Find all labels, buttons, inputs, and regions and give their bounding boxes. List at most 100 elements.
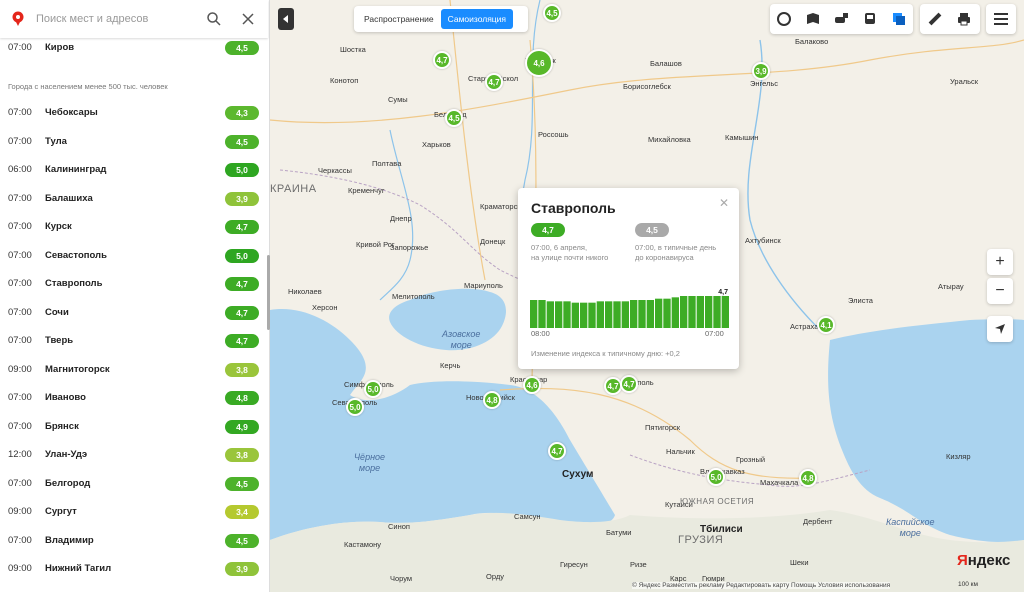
map-score-marker[interactable]: 5,0 — [346, 398, 364, 416]
scale-bar: 100 км — [958, 581, 978, 588]
chart-bar — [646, 300, 654, 328]
geolocation-button[interactable] — [987, 316, 1013, 342]
city-label: Пятигорск — [645, 423, 681, 432]
traffic-icon[interactable] — [770, 4, 799, 34]
layers-icon[interactable] — [884, 4, 913, 34]
chevron-left-icon — [283, 15, 288, 23]
panorama-icon[interactable] — [799, 4, 828, 34]
score-badge: 3,8 — [225, 362, 259, 377]
zoom-out-button[interactable]: − — [987, 278, 1013, 304]
map-score-marker[interactable]: 3,9 — [752, 62, 770, 80]
list-item[interactable]: 12:00 Улан-Удэ 3,8 — [0, 441, 262, 469]
row-city: Курск — [45, 221, 72, 232]
list-item[interactable]: 07:00 Сочи 4,7 — [0, 299, 262, 327]
row-city: Чебоксары — [45, 107, 98, 118]
sidebar: 07:00 Киров 4,5 Города с населением мене… — [0, 0, 270, 592]
map-score-marker[interactable]: 4,8 — [483, 391, 501, 409]
score-badge: 5,0 — [225, 248, 259, 263]
row-city: Ставрополь — [45, 278, 103, 289]
ruler-icon[interactable] — [920, 4, 949, 34]
city-label: Дербент — [803, 517, 833, 526]
map-score-marker[interactable]: 4,7 — [548, 442, 566, 460]
city-label: Полтава — [372, 159, 402, 168]
footer-links[interactable]: © Яндекс Разместить рекламу Редактироват… — [632, 582, 891, 589]
map-score-marker[interactable]: 4,7 — [433, 51, 451, 69]
city-label: Сумы — [388, 95, 408, 104]
row-city: Тула — [45, 135, 67, 147]
collapse-sidebar-button[interactable] — [278, 8, 294, 30]
row-city: Иваново — [45, 392, 86, 403]
map-score-marker[interactable]: 4,6 — [523, 376, 541, 394]
list-item[interactable]: 07:00 Севастополь 5,0 — [0, 242, 262, 270]
row-time: 06:00 — [8, 164, 32, 175]
chart-bar — [705, 296, 713, 328]
city-label: Россошь — [538, 130, 569, 139]
list-item[interactable]: 09:00 Нижний Тагил 3,9 — [0, 555, 262, 583]
row-city: Белгород — [45, 477, 91, 489]
row-time: 07:00 — [8, 192, 32, 204]
list-item[interactable]: 07:00 Ставрополь 4,7 — [0, 270, 262, 298]
close-icon[interactable] — [240, 11, 256, 27]
chart-bar — [621, 301, 629, 328]
list-item[interactable]: 07:00 Балашиха 3,9 — [0, 185, 262, 213]
close-icon[interactable]: ✕ — [719, 196, 729, 210]
row-time: 07:00 — [8, 42, 32, 53]
list-item[interactable]: 07:00 Чебоксары 4,3 — [0, 99, 262, 127]
list-item[interactable]: 07:00 Белгород 4,5 — [0, 470, 262, 498]
map-score-marker[interactable]: 5,0 — [364, 380, 382, 398]
yandex-pin-icon[interactable] — [10, 11, 26, 27]
map-score-marker[interactable]: 4,7 — [485, 73, 503, 91]
list-item[interactable]: 07:00 Тверь 4,7 — [0, 327, 262, 355]
map-score-marker[interactable]: 5,0 — [707, 468, 725, 486]
list-item[interactable]: 07:00 Иваново 4,8 — [0, 384, 262, 412]
parking-icon[interactable] — [827, 4, 856, 34]
current-note: 07:00, 6 апреля, на улице почти никого — [531, 243, 609, 262]
map-score-marker[interactable]: 4,8 — [799, 469, 817, 487]
row-time: 07:00 — [8, 335, 32, 346]
row-city: Калининград — [45, 164, 107, 175]
row-time: 09:00 — [8, 506, 32, 517]
city-label: Энгельс — [750, 79, 779, 88]
list-item[interactable]: 09:00 Сургут 3,4 — [0, 498, 262, 526]
zoom-in-button[interactable]: + — [987, 249, 1013, 275]
chart-bar — [546, 301, 554, 328]
city-label: Харьков — [422, 140, 451, 149]
city-label: Мелитополь — [392, 292, 435, 301]
map-score-marker[interactable]: 4,1 — [817, 316, 835, 334]
chart-bar — [638, 300, 646, 328]
chart-bar — [530, 300, 538, 328]
transit-icon[interactable] — [856, 4, 885, 34]
yandex-logo[interactable]: Яндекс — [957, 552, 1010, 569]
typical-score-badge: 4,5 — [635, 223, 669, 237]
list-item[interactable]: 07:00 Курск 4,7 — [0, 213, 262, 241]
list-item[interactable]: 07:00 Владимир 4,5 — [0, 527, 262, 555]
list-item[interactable]: 07:00 Киров 4,5 — [0, 38, 262, 62]
region-label: ГРУЗИЯ — [678, 534, 724, 546]
mode-isolation-button[interactable]: Самоизоляция — [440, 9, 514, 29]
score-badge: 4,5 — [225, 41, 259, 55]
score-badge: 4,9 — [225, 419, 259, 434]
list-item[interactable]: 09:00 Магнитогорск 3,8 — [0, 356, 262, 384]
city-label: Батуми — [606, 528, 632, 537]
map-score-marker[interactable]: 4,6 — [525, 49, 553, 77]
menu-icon[interactable] — [986, 4, 1015, 34]
city-label: Гиресун — [560, 560, 588, 569]
map-score-marker[interactable]: 4,7 — [620, 375, 638, 393]
mode-spread-button[interactable]: Распространение — [357, 9, 441, 29]
chart-bar — [671, 297, 679, 328]
search-input[interactable] — [36, 13, 196, 25]
map-score-marker[interactable]: 4,5 — [445, 109, 463, 127]
region-label: КРАИНА — [270, 183, 317, 195]
print-icon[interactable] — [949, 4, 978, 34]
score-badge: 3,4 — [225, 505, 259, 519]
list-item[interactable]: 06:00 Калининград 5,0 — [0, 156, 262, 184]
scrollbar[interactable] — [267, 255, 270, 330]
list-item[interactable]: 07:00 Брянск 4,9 — [0, 413, 262, 441]
map-score-marker[interactable]: 4,5 — [543, 4, 561, 22]
search-icon[interactable] — [206, 11, 222, 27]
tick-end: 07:00 — [705, 329, 724, 338]
list-item[interactable]: 07:00 Тула 4,5 — [0, 128, 262, 156]
city-label: Балашов — [650, 59, 682, 68]
score-badge: 3,8 — [225, 448, 259, 462]
city-label: Грозный — [736, 455, 766, 464]
